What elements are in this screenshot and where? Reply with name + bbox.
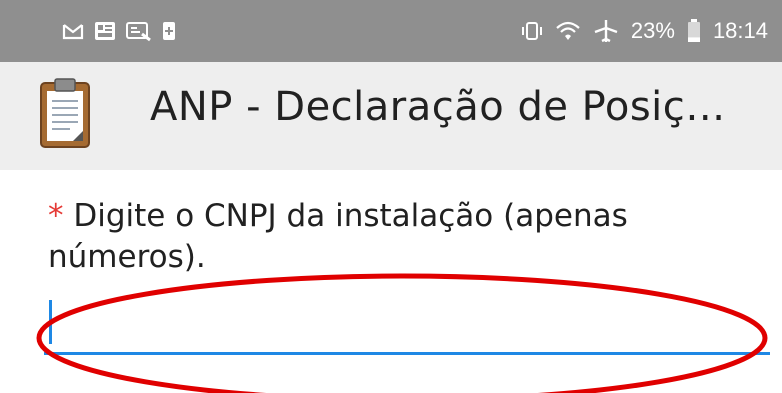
question-text: Digite o CNPJ da instalação (apenas núme…: [48, 198, 628, 275]
cnpj-input[interactable]: [44, 300, 770, 358]
wifi-icon: [555, 20, 581, 42]
system-icons: 23% 18:14: [521, 14, 768, 48]
app-bar: ANP - Declaração de Posiç…: [0, 62, 782, 170]
clipboard-icon: [40, 77, 90, 149]
notification-icons: [62, 17, 176, 45]
sim-icon: [162, 20, 176, 42]
page-title: ANP - Declaração de Posiç…: [150, 84, 726, 130]
battery-percent: 23%: [630, 18, 675, 43]
status-bar: 23% 18:14: [0, 0, 782, 62]
form-content: * Digite o CNPJ da instalação (apenas nú…: [0, 170, 782, 393]
clock: 18:14: [712, 18, 768, 43]
vibrate-icon: [521, 20, 543, 42]
airplane-mode-icon: [593, 19, 619, 43]
photo-app-icon: [94, 20, 116, 42]
text-cursor: [49, 300, 52, 344]
cast-icon: [126, 20, 152, 42]
question-label: * Digite o CNPJ da instalação (apenas nú…: [48, 196, 758, 278]
input-underline: [44, 352, 770, 355]
battery-icon: [687, 19, 701, 43]
gmail-icon: [62, 22, 84, 40]
required-marker: *: [48, 198, 64, 234]
